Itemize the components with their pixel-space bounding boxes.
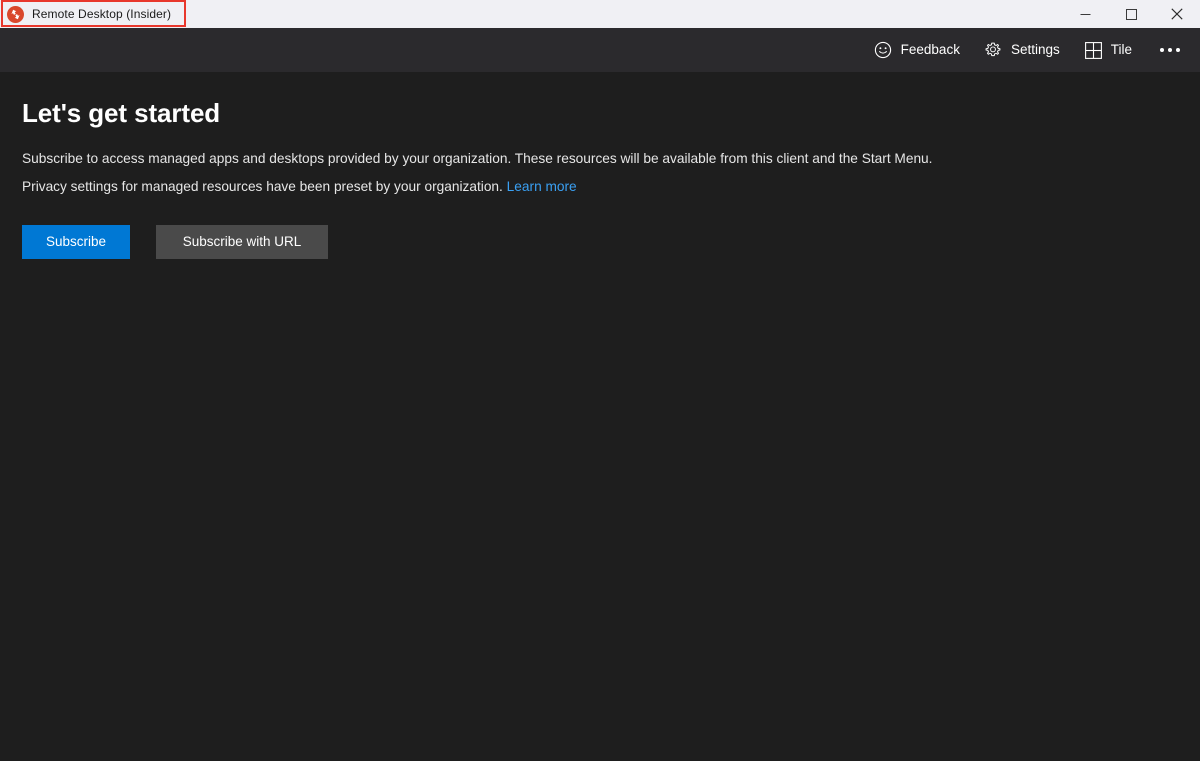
smiley-face-icon — [874, 41, 893, 60]
main-content: Let's get started Subscribe to access ma… — [0, 72, 1200, 761]
feedback-button[interactable]: Feedback — [862, 34, 972, 66]
page-title: Let's get started — [22, 98, 221, 128]
title-bar: Remote Desktop (Insider) — [0, 0, 1200, 28]
ellipsis-icon — [1160, 48, 1164, 52]
ellipsis-icon — [1176, 48, 1180, 52]
minimize-button[interactable] — [1062, 0, 1108, 28]
ellipsis-icon — [1168, 48, 1172, 52]
subscribe-with-url-button[interactable]: Subscribe with URL — [156, 224, 328, 259]
window-title: Remote Desktop (Insider) — [32, 7, 172, 21]
maximize-button[interactable] — [1108, 0, 1154, 28]
tile-label: Tile — [1110, 42, 1132, 58]
feedback-label: Feedback — [900, 42, 960, 58]
grid-tile-icon — [1084, 41, 1103, 60]
subscribe-button[interactable]: Subscribe — [22, 224, 130, 259]
tile-button[interactable]: Tile — [1072, 34, 1144, 66]
learn-more-link[interactable]: Learn more — [507, 179, 577, 194]
remote-desktop-window: Remote Desktop (Insider) Feedback Settin… — [0, 0, 1200, 761]
action-button-row: Subscribe Subscribe with URL — [22, 224, 1178, 259]
more-options-button[interactable] — [1150, 34, 1190, 66]
privacy-paragraph-text: Privacy settings for managed resources h… — [22, 179, 503, 195]
window-controls — [1062, 0, 1200, 28]
remote-desktop-icon — [7, 5, 24, 23]
close-button[interactable] — [1154, 0, 1200, 28]
intro-paragraph: Subscribe to access managed apps and des… — [22, 151, 933, 167]
privacy-paragraph: Privacy settings for managed resources h… — [22, 176, 1178, 197]
title-bar-left: Remote Desktop (Insider) — [0, 0, 171, 28]
gear-icon — [984, 41, 1003, 60]
settings-button[interactable]: Settings — [972, 34, 1072, 66]
settings-label: Settings — [1010, 42, 1060, 58]
app-toolbar: Feedback Settings Tile — [0, 28, 1200, 72]
